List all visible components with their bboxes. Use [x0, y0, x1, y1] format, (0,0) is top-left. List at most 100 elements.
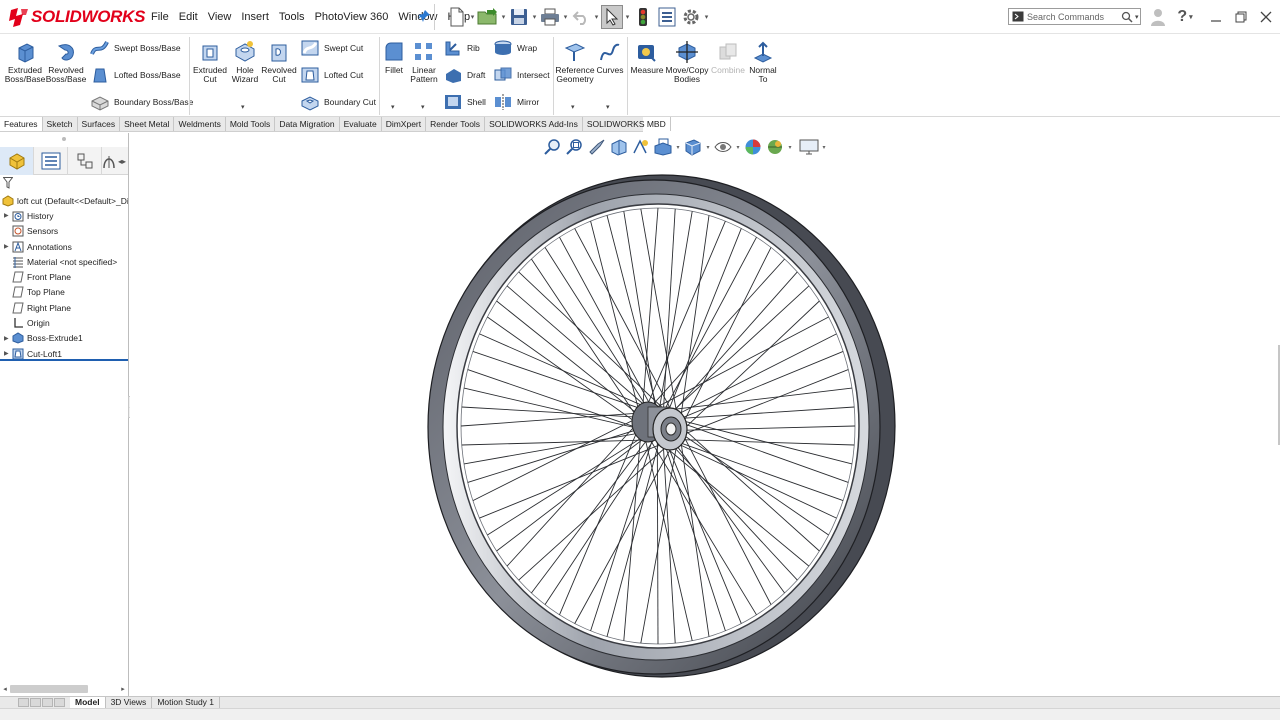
fillet-dropdown[interactable]: ▾ [391, 103, 395, 111]
apply-scene-dropdown[interactable]: ▾ [786, 144, 794, 151]
swept-boss-button[interactable]: Swept Boss/Base [90, 39, 181, 57]
shell-button[interactable]: Shell [443, 93, 486, 111]
menu-edit[interactable]: Edit [174, 11, 203, 23]
wrap-button[interactable]: Wrap [493, 39, 537, 57]
tree-item-origin[interactable]: Origin [0, 315, 128, 330]
rollback-bar[interactable] [0, 359, 128, 361]
reference-geometry-button[interactable]: Reference Geometry [555, 40, 595, 84]
display-style-button[interactable] [682, 136, 704, 158]
zoom-to-fit-button[interactable] [542, 136, 564, 158]
apply-scene-button[interactable] [764, 136, 786, 158]
reference-geometry-dropdown[interactable]: ▾ [571, 103, 575, 111]
menu-photoview[interactable]: PhotoView 360 [310, 11, 394, 23]
print-button[interactable] [539, 5, 561, 29]
options-dropdown[interactable]: ▾ [702, 5, 711, 29]
tab-sketch[interactable]: Sketch [43, 117, 78, 131]
zoom-to-area-button[interactable] [564, 136, 586, 158]
tab-evaluate[interactable]: Evaluate [340, 117, 382, 131]
hide-show-items-button[interactable] [712, 136, 734, 158]
tab-weldments[interactable]: Weldments [174, 117, 226, 131]
nav-first-icon[interactable] [18, 698, 29, 707]
normal-to-button[interactable]: Normal To [748, 40, 778, 84]
nav-next-icon[interactable] [42, 698, 53, 707]
options-button[interactable] [680, 5, 702, 29]
tab-dimxpert[interactable]: DimXpert [382, 117, 427, 131]
open-button[interactable] [477, 5, 499, 29]
tab-features[interactable]: Features [0, 117, 43, 131]
tab-render-tools[interactable]: Render Tools [426, 117, 486, 131]
rebuild-button[interactable] [632, 5, 654, 29]
view-orientation-dropdown[interactable]: ▾ [674, 144, 682, 151]
hole-wizard-dropdown[interactable]: ▾ [241, 103, 245, 111]
expand-arrow-icon[interactable]: ▶ [4, 335, 12, 342]
tree-item-annotations[interactable]: ▶ Annotations [0, 239, 128, 254]
new-document-dropdown[interactable]: ▾ [468, 5, 477, 29]
solidworks-logo[interactable]: SOLIDWORKS [8, 6, 145, 28]
swept-cut-button[interactable]: Swept Cut [300, 39, 363, 57]
section-view-button[interactable] [608, 136, 630, 158]
tree-item-boss-extrude1[interactable]: ▶ Boss-Extrude1 [0, 331, 128, 346]
tab-model[interactable]: Model [70, 697, 106, 708]
new-document-button[interactable] [446, 5, 468, 29]
rib-button[interactable]: Rib [443, 39, 480, 57]
tab-3d-views[interactable]: 3D Views [106, 697, 153, 708]
tree-item-material[interactable]: Material <not specified> [0, 254, 128, 269]
edit-appearance-button[interactable] [742, 136, 764, 158]
expand-arrow-icon[interactable]: ▶ [4, 212, 12, 219]
menu-tools[interactable]: Tools [274, 11, 310, 23]
tab-property-manager[interactable] [34, 147, 68, 175]
tree-item-top-plane[interactable]: Top Plane [0, 285, 128, 300]
minimize-button[interactable] [1208, 6, 1224, 28]
tab-data-migration[interactable]: Data Migration [275, 117, 340, 131]
measure-button[interactable]: Measure [630, 40, 664, 75]
panel-tab-scroll-arrows[interactable]: ◂▸ [118, 157, 126, 166]
curves-dropdown[interactable]: ▾ [606, 103, 610, 111]
extruded-cut-button[interactable]: Extruded Cut [193, 40, 227, 84]
open-dropdown[interactable]: ▾ [499, 5, 508, 29]
revolved-cut-button[interactable]: Revolved Cut [261, 40, 297, 84]
wheel-model[interactable] [422, 167, 902, 687]
search-icon[interactable] [1121, 11, 1133, 23]
boundary-cut-button[interactable]: Boundary Cut [300, 93, 376, 111]
hide-show-dropdown[interactable]: ▾ [734, 144, 742, 151]
pin-menu-icon[interactable] [417, 9, 431, 23]
panel-grip[interactable] [62, 137, 66, 141]
select-dropdown[interactable]: ▾ [623, 5, 632, 29]
fillet-button[interactable]: Fillet [382, 40, 406, 75]
undo-button[interactable] [570, 5, 592, 29]
tab-surfaces[interactable]: Surfaces [78, 117, 121, 131]
save-button[interactable] [508, 5, 530, 29]
select-button[interactable] [601, 5, 623, 29]
tab-solidworks-addins[interactable]: SOLIDWORKS Add-Ins [485, 117, 583, 131]
graphics-area[interactable]: ▾ ▾ ▾ ▾ ▾ [130, 133, 1280, 696]
close-button[interactable] [1258, 6, 1274, 28]
draft-button[interactable]: Draft [443, 66, 485, 84]
curves-button[interactable]: Curves [597, 40, 623, 75]
tree-item-history[interactable]: ▶ History [0, 208, 128, 223]
tab-motion-study[interactable]: Motion Study 1 [152, 697, 221, 708]
undo-dropdown[interactable]: ▾ [592, 5, 601, 29]
combine-button[interactable]: Combine [711, 40, 745, 75]
revolved-boss-button[interactable]: Revolved Boss/Base [46, 40, 86, 84]
search-input[interactable] [1027, 11, 1119, 22]
tab-dimxpert-manager[interactable]: ◂▸ [102, 147, 128, 175]
help-button[interactable]: ? ▾ [1174, 6, 1196, 28]
menu-view[interactable]: View [203, 11, 237, 23]
previous-view-button[interactable] [586, 136, 608, 158]
print-dropdown[interactable]: ▾ [561, 5, 570, 29]
restore-button[interactable] [1233, 6, 1249, 28]
boundary-boss-button[interactable]: Boundary Boss/Base [90, 93, 193, 111]
file-properties-button[interactable] [656, 5, 678, 29]
tab-solidworks-mbd[interactable]: SOLIDWORKS MBD [583, 117, 671, 131]
lofted-boss-button[interactable]: Lofted Boss/Base [90, 66, 181, 84]
tab-feature-manager[interactable] [0, 147, 34, 175]
extruded-boss-button[interactable]: Extruded Boss/Base [5, 40, 45, 84]
expand-arrow-icon[interactable]: ▶ [4, 243, 12, 250]
scroll-left-icon[interactable]: ◂ [0, 685, 10, 693]
tab-navigation-arrows[interactable] [18, 698, 66, 707]
tree-item-front-plane[interactable]: Front Plane [0, 269, 128, 284]
tab-sheet-metal[interactable]: Sheet Metal [120, 117, 175, 131]
expand-arrow-icon[interactable]: ▶ [4, 350, 12, 357]
linear-pattern-button[interactable]: Linear Pattern [409, 40, 439, 84]
linear-pattern-dropdown[interactable]: ▾ [421, 103, 425, 111]
